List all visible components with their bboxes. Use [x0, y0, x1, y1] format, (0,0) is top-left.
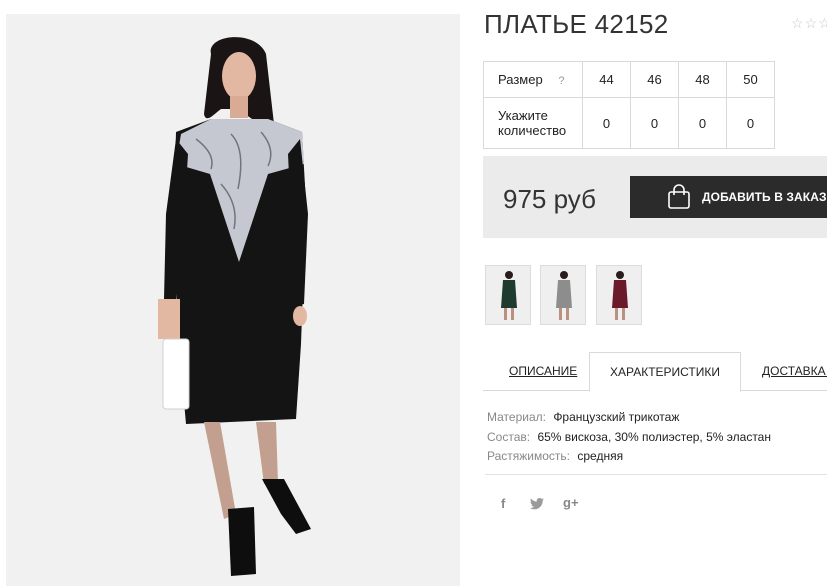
size-label: Размер: [498, 72, 543, 87]
add-to-order-label: ДОБАВИТЬ В ЗАКАЗ: [702, 190, 827, 204]
spec-row-composition: Состав: 65% вискоза, 30% полиэстер, 5% э…: [487, 428, 771, 448]
quantity-label-line1: Укажите: [498, 108, 548, 123]
google-plus-share-icon[interactable]: g+: [563, 495, 579, 510]
tab-delivery[interactable]: ДОСТАВКА И: [762, 352, 827, 391]
color-thumbnail-grey[interactable]: [540, 265, 586, 325]
characteristics-list: Материал: Французский трикотаж Состав: 6…: [487, 408, 771, 467]
shopping-bag-icon: [668, 184, 690, 209]
star-icon[interactable]: ☆: [805, 15, 818, 31]
size-help-icon[interactable]: ?: [558, 75, 564, 87]
specs-divider: [485, 474, 827, 475]
size-option[interactable]: 44: [582, 61, 631, 98]
spec-label: Состав:: [487, 429, 531, 444]
quantity-label-line2: количество: [498, 123, 567, 138]
add-to-order-button[interactable]: ДОБАВИТЬ В ЗАКАЗ: [630, 176, 827, 218]
twitter-icon: [530, 498, 544, 510]
quantity-row: Укажите количество 0 0 0 0: [483, 97, 775, 149]
twitter-share-icon[interactable]: [530, 498, 544, 513]
thumbnail-figure: [556, 271, 572, 320]
spec-label: Материал:: [487, 410, 546, 424]
product-price: 975 руб: [503, 184, 596, 214]
size-quantity-table: Размер ? 44 46 48 50 Укажите количество …: [483, 61, 775, 149]
quantity-label-cell: Укажите количество: [483, 97, 583, 149]
star-icon[interactable]: ☆: [791, 15, 804, 31]
quantity-input[interactable]: 0: [582, 97, 631, 149]
facebook-share-icon[interactable]: f: [501, 496, 505, 511]
spec-value: средняя: [577, 449, 624, 463]
product-main-photo[interactable]: [6, 14, 460, 586]
spec-label: Растяжимость:: [487, 449, 571, 463]
spec-row-stretch: Растяжимость: средняя: [487, 447, 771, 467]
rating-stars[interactable]: ☆☆☆: [791, 15, 827, 33]
product-title: ПЛАТЬЕ 42152: [484, 9, 669, 39]
quantity-input[interactable]: 0: [630, 97, 679, 149]
size-option[interactable]: 50: [726, 61, 775, 98]
model-figure: [158, 37, 311, 576]
tab-description[interactable]: ОПИСАНИЕ: [509, 352, 577, 391]
spec-value: Французский трикотаж: [553, 410, 680, 424]
thumbnail-figure: [501, 271, 517, 320]
spec-row-material: Материал: Французский трикотаж: [487, 408, 771, 428]
spec-value: 65% вискоза, 30% полиэстер, 5% эластан: [537, 429, 771, 444]
tab-characteristics[interactable]: ХАРАКТЕРИСТИКИ: [589, 352, 741, 392]
quantity-input[interactable]: 0: [726, 97, 775, 149]
star-icon[interactable]: ☆: [818, 15, 827, 31]
color-thumbnail-burgundy[interactable]: [596, 265, 642, 325]
size-label-cell: Размер ?: [483, 61, 583, 98]
size-row: Размер ? 44 46 48 50: [483, 61, 775, 98]
buy-box: 975 руб ДОБАВИТЬ В ЗАКАЗ: [483, 156, 827, 238]
thumbnail-figure: [612, 271, 628, 320]
color-thumbnail-dark-green[interactable]: [485, 265, 531, 325]
size-option[interactable]: 46: [630, 61, 679, 98]
size-option[interactable]: 48: [678, 61, 727, 98]
quantity-input[interactable]: 0: [678, 97, 727, 149]
